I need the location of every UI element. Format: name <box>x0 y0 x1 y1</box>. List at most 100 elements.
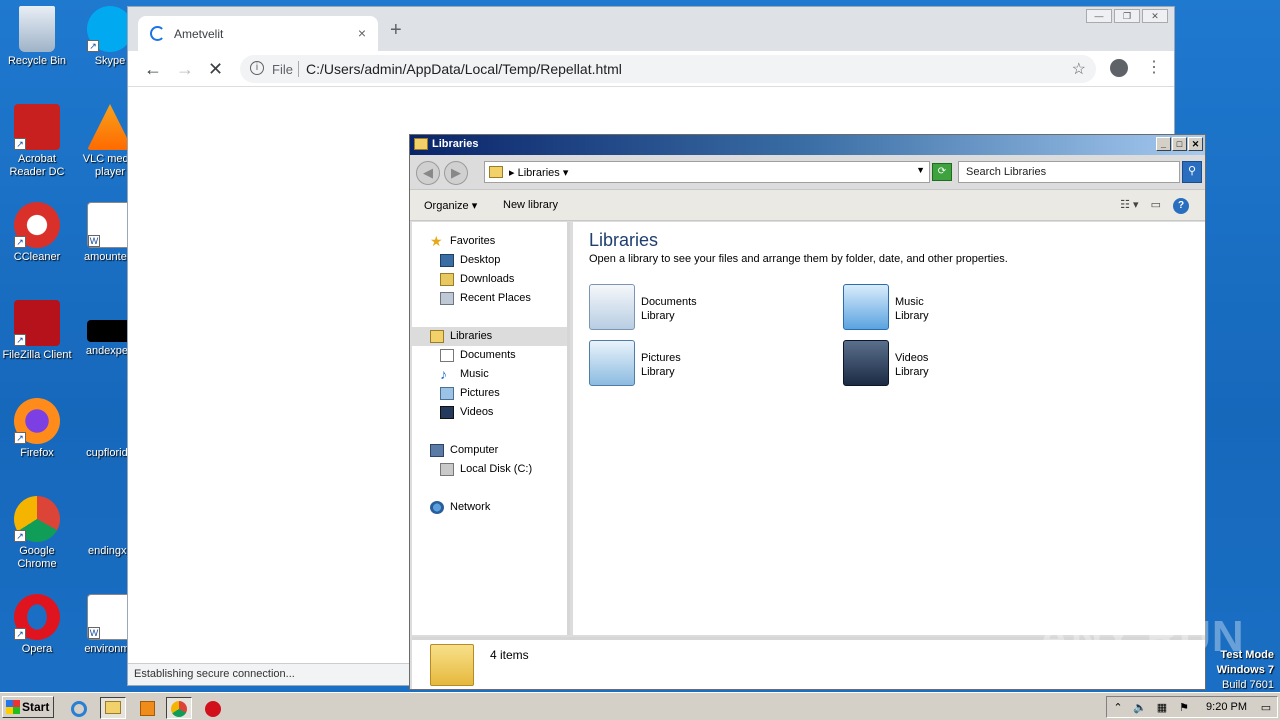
library-music[interactable]: Music Library <box>843 284 1023 334</box>
url-text[interactable]: C:/Users/admin/AppData/Local/Temp/Repell… <box>306 61 622 77</box>
nav-favorites[interactable]: ★ Favorites <box>430 232 495 251</box>
test-mode-notice: Test Mode Windows 7 Build 7601 <box>1216 649 1274 691</box>
window-controls: _ □ ✕ <box>1156 137 1203 151</box>
start-button[interactable]: Start <box>2 696 54 718</box>
maximize-button[interactable]: □ <box>1172 137 1187 151</box>
forward-arrow-icon[interactable]: → <box>176 59 194 80</box>
forward-arrow-icon[interactable]: ▶ <box>444 161 468 185</box>
show-hidden-icons-icon[interactable]: ⌃ <box>1111 701 1125 715</box>
organize-button[interactable]: Organize ▾ <box>424 199 477 212</box>
divider <box>298 61 299 77</box>
kebab-menu-icon[interactable]: ⋮ <box>1146 57 1162 77</box>
nav-downloads[interactable]: Downloads <box>440 270 514 289</box>
nav-desktop[interactable]: Desktop <box>440 251 500 270</box>
tab-title: Ametvelit <box>174 27 224 41</box>
filezilla-icon[interactable]: ↗ FileZilla Client <box>0 300 74 362</box>
icon-label: Google Chrome <box>17 545 57 570</box>
window-title: Libraries <box>432 138 479 150</box>
minimize-button[interactable]: — <box>1086 9 1112 23</box>
star-icon: ★ <box>430 233 443 249</box>
icon-label: Skype <box>94 55 126 67</box>
opera-taskbar-icon[interactable] <box>200 697 226 719</box>
media-player-taskbar-icon[interactable] <box>134 697 160 719</box>
loading-spinner-icon <box>150 26 165 41</box>
icon-label: Acrobat Reader DC <box>9 153 65 178</box>
chevron-down-icon[interactable]: ▼ <box>916 165 925 175</box>
icon-label: Firefox <box>20 447 54 459</box>
action-center-flag-icon[interactable]: ⚑ <box>1177 701 1191 715</box>
address-bar[interactable]: i File C:/Users/admin/AppData/Local/Temp… <box>240 55 1096 83</box>
nav-network[interactable]: Network <box>430 498 490 517</box>
google-chrome-icon[interactable]: ↗ Google Chrome <box>0 496 74 571</box>
show-desktop-icon[interactable]: ▭ <box>1259 701 1273 715</box>
library-videos[interactable]: Videos Library <box>843 340 1023 390</box>
tab-close-icon[interactable]: × <box>358 25 366 41</box>
opera-icon[interactable]: ↗ Opera <box>0 594 74 656</box>
close-button[interactable]: ✕ <box>1142 9 1168 23</box>
music-note-icon: ♪ <box>440 366 447 382</box>
network-status-icon[interactable]: ▦ <box>1155 701 1169 715</box>
nav-documents[interactable]: Documents <box>440 346 516 365</box>
search-input[interactable]: Search Libraries <box>958 161 1180 183</box>
ie-taskbar-icon[interactable] <box>66 697 92 719</box>
documents-library-icon <box>589 284 635 330</box>
new-library-button[interactable]: New library <box>503 199 558 211</box>
pictures-icon <box>440 387 454 400</box>
nav-computer[interactable]: Computer <box>430 441 498 460</box>
window-controls: — ❐ ✕ <box>1086 9 1168 23</box>
taskbar: Start ⌃ 🔈 ▦ ⚑ 9:20 PM ▭ <box>0 692 1280 720</box>
clock[interactable]: 9:20 PM <box>1206 701 1247 713</box>
view-options-icon[interactable]: ☷ ▾ <box>1120 198 1138 214</box>
bookmark-star-icon[interactable]: ☆ <box>1072 59 1086 79</box>
nav-local-disk[interactable]: Local Disk (C:) <box>440 460 532 479</box>
library-pictures[interactable]: Pictures Library <box>589 340 769 390</box>
browser-toolbar: ← → ✕ i File C:/Users/admin/AppData/Loca… <box>128 51 1174 87</box>
stop-loading-icon[interactable]: ✕ <box>208 59 223 80</box>
close-button[interactable]: ✕ <box>1188 137 1203 151</box>
folder-icon <box>414 138 428 150</box>
videos-icon <box>440 406 454 419</box>
library-documents[interactable]: Documents Library <box>589 284 769 334</box>
page-subtitle: Open a library to see your files and arr… <box>589 253 1008 265</box>
videos-library-icon <box>843 340 889 386</box>
breadcrumb[interactable]: ▸ Libraries ▾ ▼ <box>484 161 930 183</box>
preview-pane-icon[interactable]: ▭ <box>1151 198 1161 214</box>
new-tab-button[interactable]: + <box>390 19 402 42</box>
search-icon[interactable]: ⚲ <box>1182 161 1202 183</box>
ccleaner-icon[interactable]: ↗ CCleaner <box>0 202 74 264</box>
minimize-button[interactable]: _ <box>1156 137 1171 151</box>
firefox-icon[interactable]: ↗ Firefox <box>0 398 74 460</box>
library-folder-icon <box>430 330 444 343</box>
pictures-library-icon <box>589 340 635 386</box>
system-tray: ⌃ 🔈 ▦ ⚑ 9:20 PM ▭ <box>1106 696 1278 718</box>
breadcrumb-item[interactable]: ▸ Libraries ▾ <box>509 166 568 179</box>
view-controls: ☷ ▾ ▭ ? <box>1120 198 1189 214</box>
acrobat-reader-icon[interactable]: ↗ Acrobat Reader DC <box>0 104 74 179</box>
account-icon[interactable] <box>1110 59 1128 77</box>
restore-button[interactable]: ❐ <box>1114 9 1140 23</box>
nav-videos[interactable]: Videos <box>440 403 493 422</box>
explorer-window: Libraries _ □ ✕ ◀ ▶ ▸ Libraries ▾ ▼ ⟳ Se… <box>409 134 1206 690</box>
chrome-taskbar-icon[interactable] <box>166 697 192 719</box>
nav-music[interactable]: ♪ Music <box>440 365 489 384</box>
content-pane: Libraries Open a library to see your fil… <box>573 222 1205 635</box>
explorer-taskbar-icon[interactable] <box>100 697 126 719</box>
nav-libraries[interactable]: Libraries <box>412 327 567 346</box>
music-library-icon <box>843 284 889 330</box>
nav-pictures[interactable]: Pictures <box>440 384 500 403</box>
help-icon[interactable]: ? <box>1173 198 1189 214</box>
window-titlebar[interactable]: Libraries _ □ ✕ <box>410 135 1205 155</box>
icon-label: Opera <box>21 643 53 655</box>
volume-icon[interactable]: 🔈 <box>1133 701 1147 715</box>
library-folder-icon <box>489 166 503 178</box>
refresh-icon[interactable]: ⟳ <box>932 163 952 181</box>
desktop-icon <box>440 254 454 267</box>
back-arrow-icon[interactable]: ◀ <box>416 161 440 185</box>
nav-recent-places[interactable]: Recent Places <box>440 289 531 308</box>
browser-tab[interactable]: Ametvelit × <box>138 16 378 51</box>
recycle-bin-icon[interactable]: Recycle Bin <box>0 6 74 68</box>
info-icon[interactable]: i <box>250 61 264 75</box>
library-folder-icon <box>430 644 474 686</box>
back-arrow-icon[interactable]: ← <box>144 59 162 80</box>
windows-flag-icon <box>6 700 20 714</box>
